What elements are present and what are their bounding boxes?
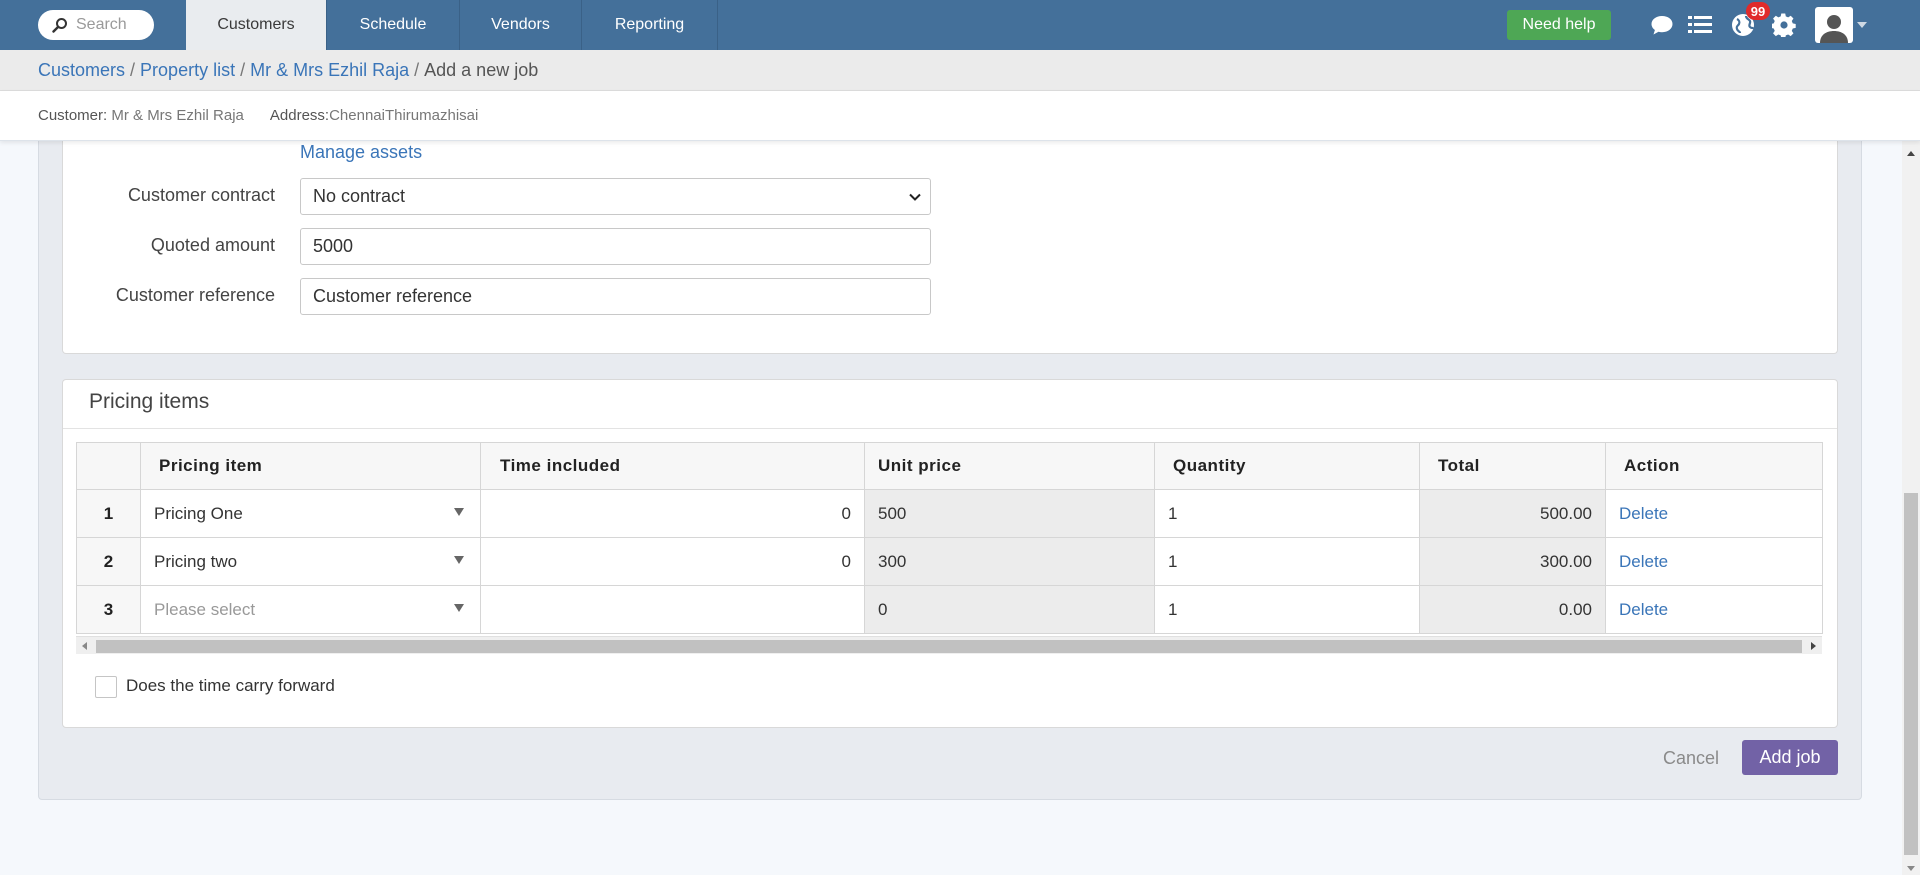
chevron-down-icon[interactable] <box>1857 22 1867 28</box>
search-box[interactable]: Search <box>38 10 154 40</box>
table-row: 2 Pricing two 0 300 1 300.00 Delete <box>76 537 1823 586</box>
tab-vendors[interactable]: Vendors <box>460 0 582 50</box>
breadcrumb-property-list[interactable]: Property list <box>140 60 235 81</box>
gear-icon[interactable] <box>1771 12 1797 38</box>
pricing-item-select[interactable]: Please select <box>140 585 481 634</box>
quantity-cell[interactable]: 1 <box>1154 585 1420 634</box>
horizontal-scrollbar[interactable] <box>76 636 1822 654</box>
scrollbar-thumb[interactable] <box>1904 493 1918 855</box>
table-row: 1 Pricing One 0 500 1 500.00 Delete <box>76 489 1823 538</box>
carry-forward-checkbox[interactable] <box>95 676 117 698</box>
unit-price-cell: 500 <box>864 489 1155 538</box>
quoted-amount-label: Quoted amount <box>150 235 275 255</box>
delete-link[interactable]: Delete <box>1619 504 1668 523</box>
column-header-quantity: Quantity <box>1154 442 1420 490</box>
pricing-item-select[interactable]: Pricing two <box>140 537 481 586</box>
scroll-down-icon[interactable] <box>1907 866 1915 871</box>
scroll-left-icon[interactable] <box>82 642 87 650</box>
total-cell: 0.00 <box>1419 585 1606 634</box>
address-label: Address: <box>269 107 330 124</box>
tab-customers[interactable]: Customers <box>186 0 327 50</box>
breadcrumb-customer[interactable]: Mr & Mrs Ezhil Raja <box>250 60 409 81</box>
total-cell: 300.00 <box>1419 537 1606 586</box>
breadcrumb-separator: / <box>414 59 420 80</box>
column-header-unit-price: Unit price <box>864 442 1155 490</box>
dropdown-arrow-icon <box>454 508 464 516</box>
breadcrumb-separator: / <box>240 59 246 80</box>
column-header-time-included: Time included <box>480 442 865 490</box>
column-header-total: Total <box>1419 442 1606 490</box>
row-number: 3 <box>76 585 141 634</box>
column-header-action: Action <box>1605 442 1823 490</box>
row-number: 1 <box>76 489 141 538</box>
action-cell: Delete <box>1605 537 1823 586</box>
breadcrumb-customers[interactable]: Customers <box>38 60 125 81</box>
delete-link[interactable]: Delete <box>1619 552 1668 571</box>
chat-icon[interactable] <box>1649 12 1675 38</box>
contract-label: Customer contract <box>127 185 275 205</box>
breadcrumb: Customers / Property list / Mr & Mrs Ezh… <box>0 50 1920 91</box>
breadcrumb-separator: / <box>130 59 136 80</box>
action-cell: Delete <box>1605 489 1823 538</box>
pricing-item-value: Pricing two <box>154 551 238 571</box>
address-info: Address:ChennaiThirumazhisai <box>270 107 478 124</box>
time-included-cell[interactable]: 0 <box>480 537 865 586</box>
top-navigation-bar: Search Customers Schedule Vendors Report… <box>0 0 1920 50</box>
search-placeholder: Search <box>76 16 127 33</box>
list-icon[interactable] <box>1687 12 1713 38</box>
customer-info-bar: Customer: Mr & Mrs Ezhil Raja Address:Ch… <box>0 91 1920 141</box>
customer-reference-label: Customer reference <box>115 285 275 305</box>
need-help-button[interactable]: Need help <box>1507 10 1611 40</box>
notification-badge: 99 <box>1746 2 1770 20</box>
table-header-row: Pricing item Time included Unit price Qu… <box>76 442 1823 490</box>
scroll-right-icon[interactable] <box>1811 642 1816 650</box>
contract-value: No contract <box>313 186 406 206</box>
vertical-scrollbar[interactable] <box>1902 141 1920 875</box>
divider <box>63 428 1837 429</box>
column-header-pricing-item: Pricing item <box>140 442 481 490</box>
unit-price-cell: 0 <box>864 585 1155 634</box>
customer-info: Customer: Mr & Mrs Ezhil Raja <box>38 107 244 124</box>
manage-assets-link[interactable]: Manage assets <box>300 142 422 163</box>
user-avatar[interactable] <box>1815 7 1853 43</box>
time-included-cell[interactable] <box>480 585 865 634</box>
table-row: 3 Please select 0 1 0.00 Delete <box>76 585 1823 634</box>
address-value: ChennaiThirumazhisai <box>329 107 479 124</box>
pricing-items-title: Pricing items <box>89 390 210 413</box>
carry-forward-label: Does the time carry forward <box>126 676 335 695</box>
search-icon <box>52 18 67 33</box>
quantity-cell[interactable]: 1 <box>1154 489 1420 538</box>
column-header-number <box>76 442 141 490</box>
pricing-items-table: Pricing item Time included Unit price Qu… <box>76 442 1823 634</box>
dropdown-arrow-icon <box>454 556 464 564</box>
breadcrumb-current: Add a new job <box>424 59 539 80</box>
customer-reference-input[interactable]: Customer reference <box>300 278 931 315</box>
contract-select[interactable]: No contract <box>300 178 931 215</box>
scrollbar-thumb[interactable] <box>96 640 1802 653</box>
pricing-item-value: Pricing One <box>154 503 243 523</box>
add-job-button[interactable]: Add job <box>1742 740 1838 775</box>
unit-price-cell: 300 <box>864 537 1155 586</box>
tab-schedule[interactable]: Schedule <box>327 0 460 50</box>
cancel-button[interactable]: Cancel <box>1663 748 1719 769</box>
customer-value: Mr & Mrs Ezhil Raja <box>111 107 244 124</box>
dropdown-arrow-icon <box>454 604 464 612</box>
time-included-cell[interactable]: 0 <box>480 489 865 538</box>
tab-reporting[interactable]: Reporting <box>582 0 718 50</box>
delete-link[interactable]: Delete <box>1619 600 1668 619</box>
pricing-item-select[interactable]: Pricing One <box>140 489 481 538</box>
row-number: 2 <box>76 537 141 586</box>
customer-label: Customer: <box>38 107 108 124</box>
quoted-amount-input[interactable]: 5000 <box>300 228 931 265</box>
pricing-item-placeholder: Please select <box>154 599 256 619</box>
action-cell: Delete <box>1605 585 1823 634</box>
scroll-up-icon[interactable] <box>1907 151 1915 156</box>
quantity-cell[interactable]: 1 <box>1154 537 1420 586</box>
total-cell: 500.00 <box>1419 489 1606 538</box>
chevron-down-icon <box>909 193 921 201</box>
